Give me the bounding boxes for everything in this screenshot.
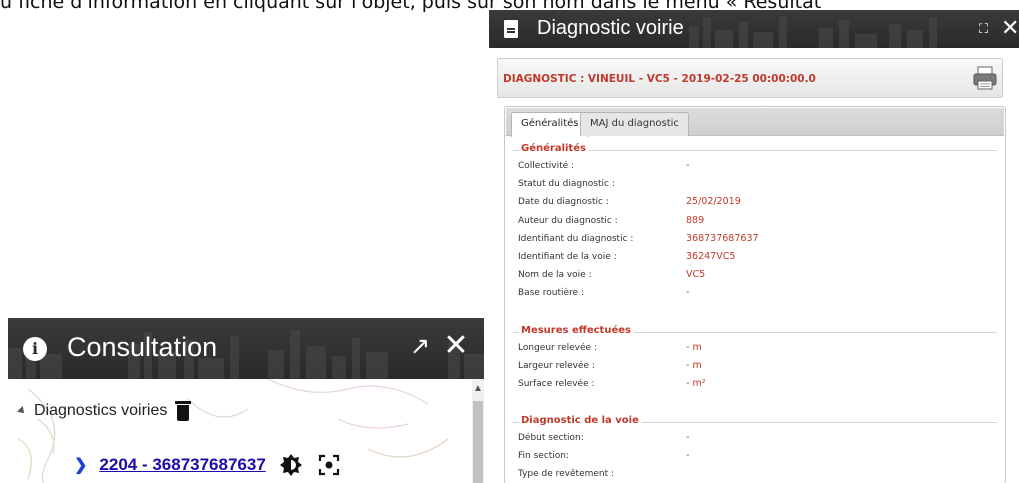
section-title: Généralités bbox=[519, 143, 589, 154]
consultation-title: Consultation bbox=[67, 332, 218, 362]
consultation-body: Diagnostics voiries ❯ 2204 - 36873768763… bbox=[8, 379, 472, 483]
field-row: Nom de la voie : VC5 bbox=[513, 266, 997, 284]
consultation-scrollbar[interactable]: ▲ bbox=[472, 379, 484, 483]
field-label: Début section: bbox=[518, 433, 584, 443]
field-label: Identifiant de la voie : bbox=[518, 251, 617, 262]
diagnostic-header: Diagnostic voirie ⛶ ✕ bbox=[489, 10, 1019, 48]
field-label: Collectivité : bbox=[518, 161, 575, 171]
scrollbar-thumb[interactable] bbox=[473, 401, 483, 483]
field-row: Longeur relevée : - m bbox=[513, 339, 997, 357]
field-value: - bbox=[686, 432, 690, 443]
field-row: Identifiant du diagnostic : 368737687637 bbox=[513, 230, 997, 248]
tree-root-label: Diagnostics voiries bbox=[34, 402, 168, 419]
section-diagnostic-voie: Diagnostic de la voie Début section: - Fi… bbox=[513, 415, 997, 483]
section-header: Généralités bbox=[513, 143, 997, 157]
info-icon: i bbox=[23, 337, 47, 361]
field-value: - m² bbox=[686, 378, 706, 390]
field-row: Auteur du diagnostic : 889 bbox=[513, 212, 997, 230]
field-value: 36247VC5 bbox=[686, 250, 736, 262]
trash-icon[interactable] bbox=[175, 401, 192, 421]
field-value: VC5 bbox=[686, 269, 706, 281]
tab-generalites[interactable]: Généralités bbox=[511, 112, 589, 137]
expand-icon[interactable]: ↗ bbox=[406, 332, 434, 362]
field-value: - bbox=[686, 287, 690, 299]
tree-item-diagnostic: ❯ 2204 - 368737687637 bbox=[74, 454, 340, 476]
fullscreen-icon[interactable]: ⛶ bbox=[979, 21, 993, 37]
field-row: Début section: - bbox=[513, 429, 997, 447]
field-label: Longeur relevée : bbox=[518, 343, 597, 353]
field-row: Largeur relevée : - m bbox=[513, 357, 997, 375]
print-icon[interactable] bbox=[973, 66, 997, 90]
diagnostic-link[interactable]: 2204 - 368737687637 bbox=[99, 455, 265, 475]
tabs-container: Généralités MAJ du diagnostic Généralité… bbox=[504, 106, 1006, 483]
consultation-panel: i Consultation ↗ ✕ Diagnostics voiries ❯… bbox=[8, 318, 484, 483]
field-row: Type de revêtement : bbox=[513, 465, 997, 483]
field-label: Fin section: bbox=[518, 451, 570, 462]
screenshot: u fiche d'information en cliquant sur l'… bbox=[0, 0, 1019, 483]
contrast-icon[interactable] bbox=[279, 454, 302, 476]
section-header: Mesures effectuées bbox=[513, 325, 997, 339]
field-label: Nom de la voie : bbox=[518, 270, 592, 281]
tab-maj-diagnostic[interactable]: MAJ du diagnostic bbox=[580, 112, 689, 136]
field-value: 25/02/2019 bbox=[686, 196, 741, 208]
field-row: Identifiant de la voie : 36247VC5 bbox=[513, 248, 997, 266]
field-value: - bbox=[686, 450, 690, 462]
diagnostic-bar-title: DIAGNOSTIC : VINEUIL - VC5 - 2019-02-25 … bbox=[503, 73, 816, 85]
field-value: - m bbox=[686, 342, 702, 353]
field-label: Type de revêtement : bbox=[518, 469, 615, 480]
chevron-right-icon[interactable]: ❯ bbox=[74, 455, 87, 475]
tree-root-diagnostics[interactable]: Diagnostics voiries bbox=[17, 401, 192, 421]
field-label: Statut du diagnostic : bbox=[518, 179, 615, 190]
diagnostic-title-bar: DIAGNOSTIC : VINEUIL - VC5 - 2019-02-25 … bbox=[497, 58, 1003, 98]
section-mesures: Mesures effectuées Longeur relevée :- m … bbox=[513, 325, 997, 394]
field-value: 889 bbox=[686, 214, 705, 226]
section-title: Diagnostic de la voie bbox=[519, 415, 642, 426]
field-value: - m bbox=[686, 360, 702, 372]
document-icon bbox=[504, 20, 518, 38]
field-row: Collectivité : - bbox=[513, 157, 997, 175]
field-row: Fin section: - bbox=[513, 447, 997, 465]
diagnostic-panel: Diagnostic voirie ⛶ ✕ DIAGNOSTIC : VINEU… bbox=[489, 10, 1019, 483]
field-row: Statut du diagnostic : bbox=[513, 175, 997, 193]
section-title: Mesures effectuées bbox=[519, 325, 634, 336]
field-value: 368737687637 bbox=[686, 232, 759, 244]
field-label: Identifiant du diagnostic : bbox=[518, 233, 634, 244]
diagnostic-title: Diagnostic voirie bbox=[537, 17, 684, 39]
field-value: - bbox=[686, 160, 690, 171]
field-row: Surface relevée : - m² bbox=[513, 375, 997, 393]
field-row: Date du diagnostic : 25/02/2019 bbox=[513, 193, 997, 211]
section-generalites: Généralités Collectivité : - Statut du di… bbox=[513, 143, 997, 303]
field-label: Surface relevée : bbox=[518, 379, 595, 390]
expand-triangle-icon[interactable] bbox=[17, 406, 27, 416]
scroll-up-icon[interactable]: ▲ bbox=[472, 383, 484, 395]
close-icon[interactable]: ✕ bbox=[1001, 15, 1019, 41]
field-label: Date du diagnostic : bbox=[518, 197, 609, 208]
field-label: Largeur relevée : bbox=[518, 361, 595, 372]
consultation-header: i Consultation ↗ ✕ bbox=[8, 318, 484, 379]
field-row: Base routière : - bbox=[513, 284, 997, 302]
tab-strip: Généralités MAJ du diagnostic bbox=[506, 108, 1004, 137]
section-header: Diagnostic de la voie bbox=[513, 415, 997, 429]
close-icon[interactable]: ✕ bbox=[442, 330, 470, 362]
field-label: Auteur du diagnostic : bbox=[518, 215, 618, 226]
focus-icon[interactable] bbox=[318, 454, 340, 476]
field-label: Base routière : bbox=[518, 288, 584, 299]
